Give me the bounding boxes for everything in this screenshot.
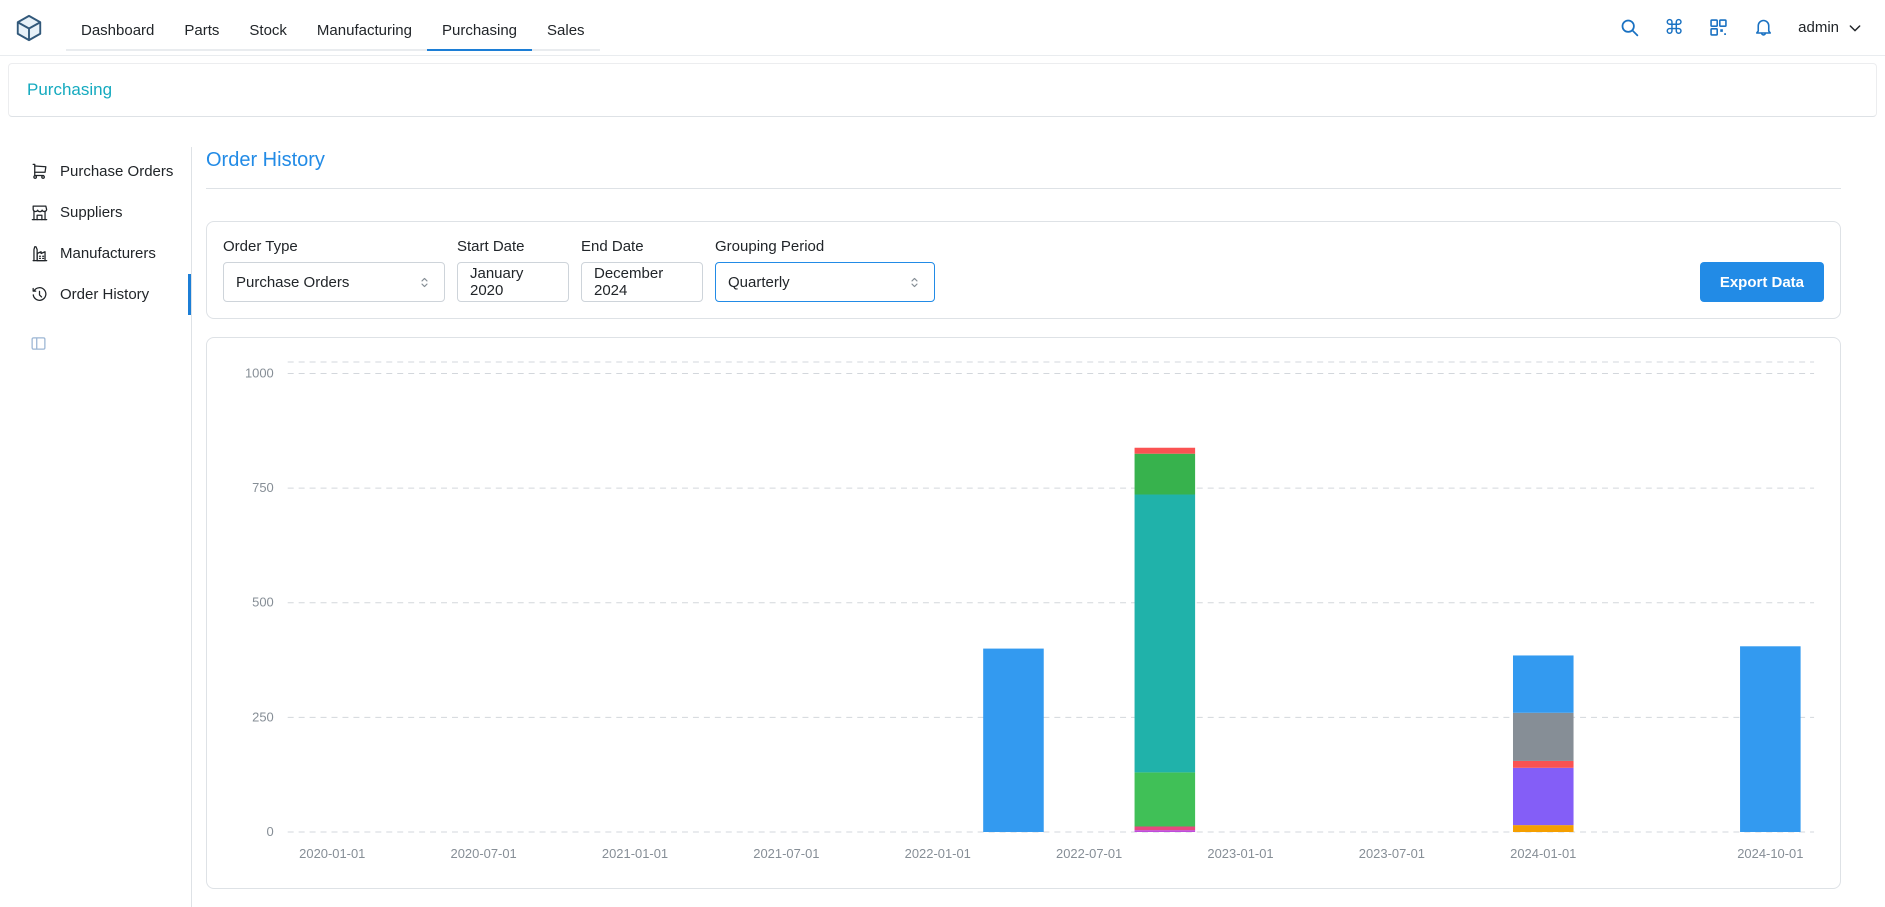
bar-segment[interactable] [1513,825,1574,832]
export-data-button[interactable]: Export Data [1700,262,1824,302]
tab-stock[interactable]: Stock [234,12,302,51]
order-type-label: Order Type [223,238,445,255]
bar-segment[interactable] [1135,448,1196,454]
x-axis-tick-label: 2023-07-01 [1359,846,1425,861]
y-axis-tick-label: 500 [252,595,274,610]
shopping-cart-icon [30,162,49,181]
chevron-down-icon [1847,20,1863,36]
start-date-value: January 2020 [470,265,556,299]
sidebar-item-label: Suppliers [60,204,123,221]
end-date-label: End Date [581,238,703,255]
purchasing-sidebar: Purchase Orders Suppliers Manufacturers [20,147,192,907]
end-date-field: End Date December 2024 [581,238,703,302]
breadcrumb: Purchasing [8,63,1877,117]
order-type-field: Order Type Purchase Orders [223,238,445,302]
x-axis-tick-label: 2021-01-01 [602,846,668,861]
filter-panel: Order Type Purchase Orders Start Date Ja… [206,221,1841,319]
x-axis-tick-label: 2024-01-01 [1510,846,1576,861]
username: admin [1798,19,1839,36]
chevron-selector-icon [907,275,922,290]
order-type-value: Purchase Orders [236,274,349,291]
sidebar-item-label: Purchase Orders [60,163,173,180]
order-history-chart-card: 0 250 500 750 1000 2020-01-01 2020-07-01 2021-0… [206,337,1841,889]
history-clock-icon [30,285,49,304]
y-axis-tick-label: 0 [267,824,274,839]
bar-segment[interactable] [1135,772,1196,826]
main-header: Dashboard Parts Stock Manufacturing Purc… [0,0,1885,56]
end-date-input[interactable]: December 2024 [581,262,703,302]
breadcrumb-purchasing[interactable]: Purchasing [27,80,112,99]
grouping-period-value: Quarterly [728,274,790,291]
main-nav: Dashboard Parts Stock Manufacturing Purc… [66,5,600,51]
bar-segment[interactable] [1135,826,1196,830]
user-menu[interactable]: admin [1798,19,1863,36]
bar-segment[interactable] [1513,655,1574,712]
x-axis-tick-label: 2022-07-01 [1056,846,1122,861]
tab-dashboard[interactable]: Dashboard [66,12,169,51]
tab-sales[interactable]: Sales [532,12,600,51]
bar-segment[interactable] [1135,454,1196,495]
sidebar-item-label: Order History [60,286,149,303]
bar-segment[interactable] [1135,830,1196,832]
end-date-value: December 2024 [594,265,690,299]
panel-left-icon[interactable] [30,335,47,352]
sidebar-item-manufacturers[interactable]: Manufacturers [20,233,191,274]
x-axis-tick-label: 2022-01-01 [905,846,971,861]
page-title: Order History [206,147,1841,172]
sidebar-item-purchase-orders[interactable]: Purchase Orders [20,151,191,192]
sidebar-item-label: Manufacturers [60,245,156,262]
order-type-select[interactable]: Purchase Orders [223,262,445,302]
factory-icon [30,244,49,263]
bar-segment[interactable] [1513,768,1574,825]
start-date-input[interactable]: January 2020 [457,262,569,302]
start-date-label: Start Date [457,238,569,255]
search-icon[interactable] [1619,17,1640,38]
x-axis-tick-label: 2020-07-01 [451,846,517,861]
grouping-period-select[interactable]: Quarterly [715,262,935,302]
inventree-cube-icon [14,13,44,43]
app-logo[interactable] [14,13,44,43]
x-axis-tick-label: 2024-10-01 [1737,846,1803,861]
x-axis-tick-label: 2023-01-01 [1207,846,1273,861]
sidebar-item-order-history[interactable]: Order History [20,274,191,315]
y-axis-tick-label: 1000 [245,365,274,380]
y-axis-tick-label: 750 [252,480,274,495]
x-axis-tick-label: 2020-01-01 [299,846,365,861]
storefront-icon [30,203,49,222]
bar-segment[interactable] [1513,761,1574,768]
qr-code-icon[interactable] [1708,17,1729,38]
grouping-period-label: Grouping Period [715,238,935,255]
bell-icon[interactable] [1753,17,1774,38]
title-divider [206,188,1841,189]
x-axis-tick-label: 2021-07-01 [753,846,819,861]
grouping-period-field: Grouping Period Quarterly [715,238,935,302]
bar-segment[interactable] [983,649,1044,832]
bar-segment[interactable] [1740,646,1801,832]
sidebar-item-suppliers[interactable]: Suppliers [20,192,191,233]
y-axis-tick-label: 250 [252,709,274,724]
order-history-chart: 0 250 500 750 1000 2020-01-01 2020-07-01 2021-0… [219,350,1828,876]
tab-parts[interactable]: Parts [169,12,234,51]
command-icon[interactable]: ⌘ [1664,18,1684,38]
tab-manufacturing[interactable]: Manufacturing [302,12,427,51]
chevron-selector-icon [417,275,432,290]
bar-segment[interactable] [1513,713,1574,761]
start-date-field: Start Date January 2020 [457,238,569,302]
bar-segment[interactable] [1135,495,1196,773]
tab-purchasing[interactable]: Purchasing [427,12,532,51]
